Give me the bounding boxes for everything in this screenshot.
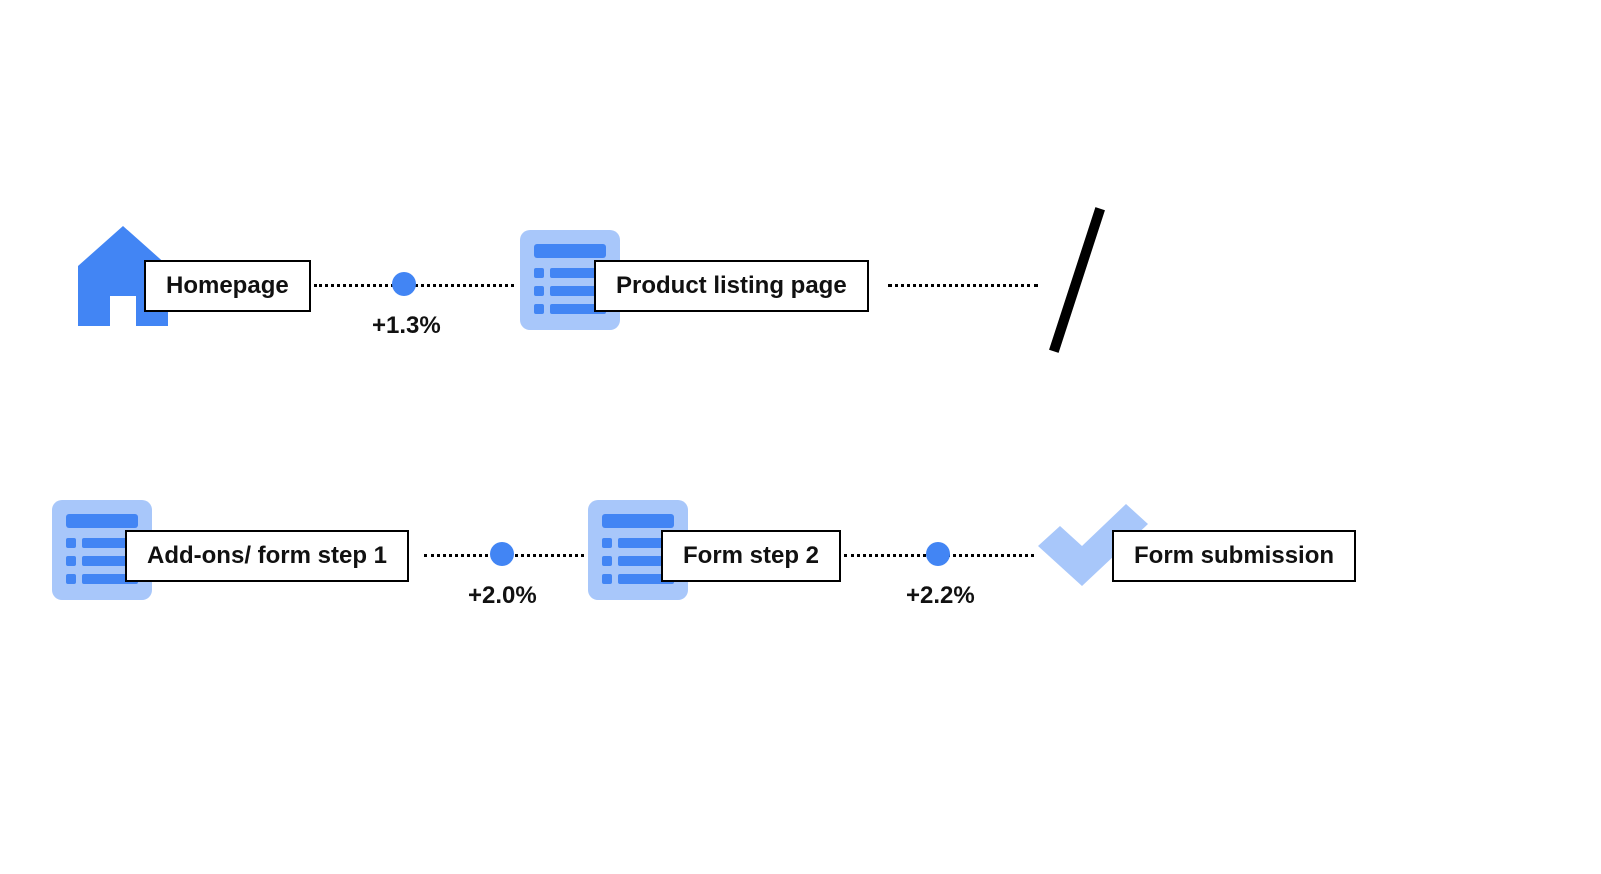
node-label-product-listing: Product listing page [594, 260, 869, 312]
node-label-addons-step1: Add-ons/ form step 1 [125, 530, 409, 582]
connector-metric: +2.0% [468, 582, 537, 610]
connector-line [888, 284, 1038, 287]
connector-dot [926, 542, 950, 566]
flow-diagram: Homepage +1.3% Product listing page [0, 0, 1601, 874]
node-label-homepage: Homepage [144, 260, 311, 312]
node-label-form-step2: Form step 2 [661, 530, 841, 582]
break-slash-icon [1049, 207, 1105, 353]
connector-metric: +1.3% [372, 312, 441, 340]
connector-dot [392, 272, 416, 296]
connector-dot [490, 542, 514, 566]
connector-metric: +2.2% [906, 582, 975, 610]
node-label-form-submission: Form submission [1112, 530, 1356, 582]
